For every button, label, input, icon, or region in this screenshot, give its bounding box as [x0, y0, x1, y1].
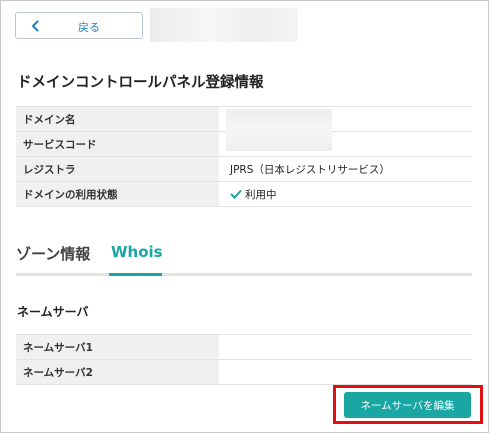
redacted-domain-values: [226, 109, 332, 151]
redacted-domain-header: [150, 8, 298, 42]
info-key: サービスコード: [16, 131, 219, 157]
nameserver-key: ネームサーバ2: [16, 359, 219, 385]
back-button-label: 戻る: [78, 21, 100, 34]
page-title: ドメインコントロールパネル登録情報: [17, 75, 264, 91]
active-tab-indicator: [109, 273, 162, 276]
info-row-usage-status: ドメインの利用状態 利用中: [16, 181, 472, 207]
info-value: JPRS（日本レジストリサービス）: [230, 163, 390, 176]
info-key: レジストラ: [16, 156, 219, 182]
check-icon: [230, 189, 242, 199]
info-key: ドメインの利用状態: [16, 181, 219, 207]
edit-nameserver-button[interactable]: ネームサーバを編集: [344, 392, 471, 418]
nameserver-table: ネームサーバ1 ネームサーバ2: [16, 334, 472, 385]
nameserver-section-title: ネームサーバ: [17, 305, 89, 319]
nameserver-row-2: ネームサーバ2: [16, 359, 472, 385]
usage-status-text: 利用中: [245, 188, 277, 201]
tab-bar: ゾーン情報 Whois: [16, 241, 472, 276]
nameserver-key: ネームサーバ1: [16, 334, 219, 360]
back-button[interactable]: 戻る: [15, 12, 143, 39]
tab-whois[interactable]: Whois: [111, 243, 163, 261]
info-row-registrar: レジストラ JPRS（日本レジストリサービス）: [16, 156, 472, 182]
chevron-left-icon: [31, 20, 39, 32]
panel-frame: 戻る ドメインコントロールパネル登録情報 ドメイン名 サービスコード レジストラ…: [0, 0, 489, 433]
nameserver-value: [219, 335, 472, 360]
tab-zone-info[interactable]: ゾーン情報: [16, 243, 90, 264]
nameserver-row-1: ネームサーバ1: [16, 334, 472, 360]
info-value-status: 利用中: [219, 182, 472, 207]
info-key: ドメイン名: [16, 106, 219, 132]
nameserver-value: [219, 360, 472, 385]
